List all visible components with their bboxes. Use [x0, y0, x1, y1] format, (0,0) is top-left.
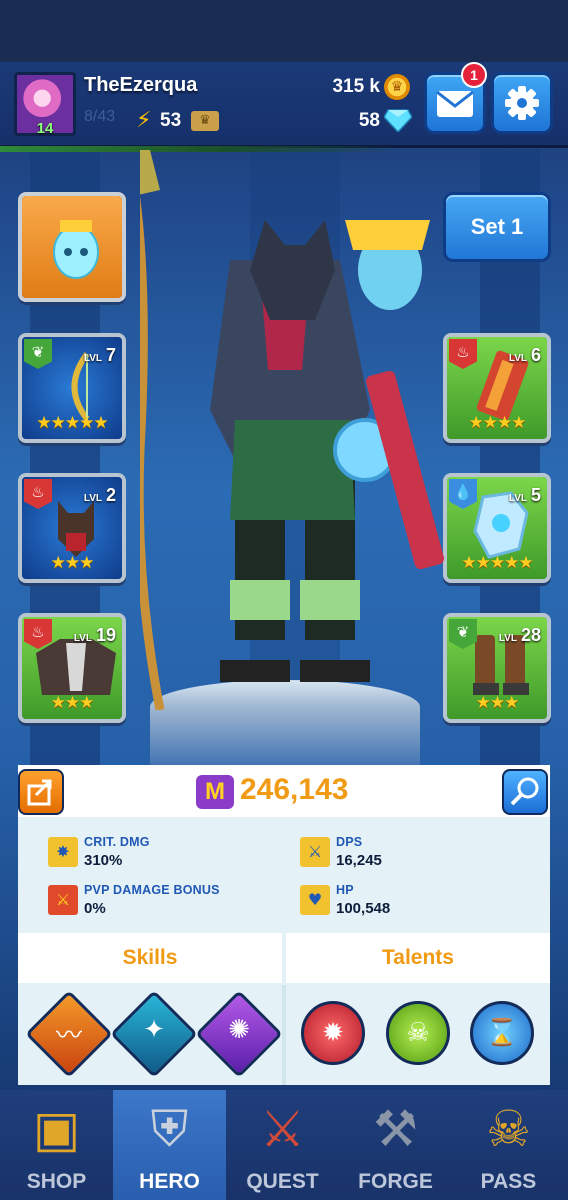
item-stars: ★★★★★: [36, 413, 108, 433]
stat-hp: ♥ HP 100,548: [300, 881, 540, 921]
magnifier-icon: [510, 777, 539, 806]
ghost-pet-icon: [53, 220, 99, 279]
nav-forge[interactable]: ⚒ FORGE: [339, 1090, 452, 1200]
crit-icon: ✸: [48, 837, 78, 867]
item-level: 6: [530, 345, 541, 365]
share-icon: [27, 779, 52, 806]
treasure-chest-icon: ▣: [32, 1100, 81, 1158]
tab-divider: [282, 985, 286, 1085]
nav-pass-label: PASS: [480, 1170, 537, 1193]
pet-slot[interactable]: [18, 192, 126, 302]
skull-badge-icon: ☠: [486, 1100, 531, 1158]
stats-grid: ✸ CRIT. DMG 310% ⚔ DPS 16,245 ⚔ PVP DAMA…: [18, 817, 550, 933]
stat-dps: ⚔ DPS 16,245: [300, 833, 540, 873]
nav-shop[interactable]: ▣ SHOP: [0, 1090, 113, 1200]
level-label: LVL: [508, 493, 527, 504]
stat-label: CRIT. DMG: [84, 835, 150, 849]
stat-pvp-damage-bonus: ⚔ PVP DAMAGE BONUS 0%: [48, 881, 288, 921]
energy-value: 53: [160, 110, 182, 131]
level-label: LVL: [73, 633, 92, 644]
skill-arcane-glyph: ✺: [228, 1015, 250, 1045]
level-label: LVL: [83, 353, 102, 364]
item-stars: ★★★: [475, 693, 520, 713]
boots-slot[interactable]: ❦ LVL 28 ★★★: [443, 613, 551, 723]
nav-shop-label: SHOP: [26, 1170, 87, 1193]
faded-counter: 8/43: [84, 108, 116, 125]
heart-icon: ♥: [300, 885, 330, 915]
bottom-navigation: ▣ SHOP ⛨ HERO ⚔ QUEST ⚒ FORGE ☠ PASS: [0, 1090, 568, 1200]
inspect-button[interactable]: [502, 769, 548, 815]
sword-icon: ⚔: [300, 837, 330, 867]
lightning-icon: ⚡: [136, 108, 152, 133]
stat-label: PVP DAMAGE BONUS: [84, 883, 220, 897]
gold-crown-coin-icon[interactable]: ♛: [384, 74, 410, 100]
crossed-swords-icon: ⚔: [48, 885, 78, 915]
nav-quest-label: QUEST: [246, 1170, 319, 1193]
armor-slot[interactable]: ♨ LVL 19 ★★★: [18, 613, 126, 723]
level-label: LVL: [498, 633, 517, 644]
gold-amount: 315 k: [332, 76, 380, 97]
tab-skills[interactable]: Skills: [18, 933, 282, 983]
knight-helmet-icon: ⛨: [150, 1100, 189, 1158]
nav-forge-label: FORGE: [358, 1170, 433, 1193]
stat-value: 16,245: [336, 852, 382, 869]
skill-ice-glyph: ✦: [143, 1015, 165, 1045]
nav-hero-label: HERO: [139, 1170, 200, 1193]
sword-shield-icon: ⚔: [260, 1100, 305, 1158]
talent-magnet-skull-icon[interactable]: ☠: [386, 1001, 450, 1065]
power-value: 246,143: [240, 773, 349, 806]
item-level: 5: [530, 485, 541, 505]
helmet-slot[interactable]: ♨ LVL 2 ★★★: [18, 473, 126, 583]
talent-rage-icon[interactable]: ✹: [301, 1001, 365, 1065]
item-stars: ★★★: [50, 693, 95, 713]
weapon-slot[interactable]: ❦ LVL 7 ★★★★★: [18, 333, 126, 443]
mail-unread-badge: 1: [461, 62, 487, 88]
gem-amount: 58: [358, 110, 380, 131]
item-level: 28: [520, 625, 541, 645]
offhand-slot[interactable]: ♨ LVL 6 ★★★★: [443, 333, 551, 443]
item-level: 19: [95, 625, 116, 645]
talent-hourglass-icon[interactable]: ⌛: [470, 1001, 534, 1065]
gear-icon: [505, 86, 539, 120]
crown-icon[interactable]: ♛: [191, 111, 219, 131]
skill-fire-glyph: 〰: [55, 1021, 82, 1051]
item-stars: ★★★: [50, 553, 95, 573]
level-label: LVL: [508, 353, 527, 364]
hero-character[interactable]: [140, 150, 450, 710]
stat-value: 310%: [84, 852, 123, 869]
tab-talents[interactable]: Talents: [286, 933, 550, 983]
item-level: 7: [105, 345, 116, 365]
diamond-gem-icon[interactable]: [384, 108, 412, 132]
item-stars: ★★★★★: [461, 553, 533, 573]
share-button[interactable]: [18, 769, 64, 815]
settings-button[interactable]: [491, 72, 553, 134]
nav-hero[interactable]: ⛨ HERO: [113, 1090, 226, 1200]
stat-label: HP: [336, 883, 354, 897]
anvil-hammer-icon: ⚒: [373, 1100, 418, 1158]
item-level: 2: [105, 485, 116, 505]
power-row: M 246,143: [18, 765, 550, 817]
stat-crit-dmg: ✸ CRIT. DMG 310%: [48, 833, 288, 873]
stat-label: DPS: [336, 835, 363, 849]
might-icon: M: [196, 775, 234, 809]
nav-quest[interactable]: ⚔ QUEST: [226, 1090, 339, 1200]
player-level: 14: [36, 120, 54, 137]
item-stars: ★★★★: [468, 413, 527, 433]
stat-value: 0%: [84, 900, 106, 917]
nav-pass[interactable]: ☠ PASS: [452, 1090, 565, 1200]
gloves-slot[interactable]: 💧 LVL 5 ★★★★★: [443, 473, 551, 583]
stat-value: 100,548: [336, 900, 391, 917]
skills-talents-tabs: Skills Talents: [18, 933, 550, 985]
level-label: LVL: [83, 493, 102, 504]
player-name: TheEzerqua: [84, 74, 198, 96]
status-strip: [0, 0, 568, 62]
loadout-set-button[interactable]: Set 1: [443, 192, 551, 262]
hero-info-panel: M 246,143 ✸ CRIT. DMG 310% ⚔ DPS 16,245 …: [18, 765, 550, 1085]
